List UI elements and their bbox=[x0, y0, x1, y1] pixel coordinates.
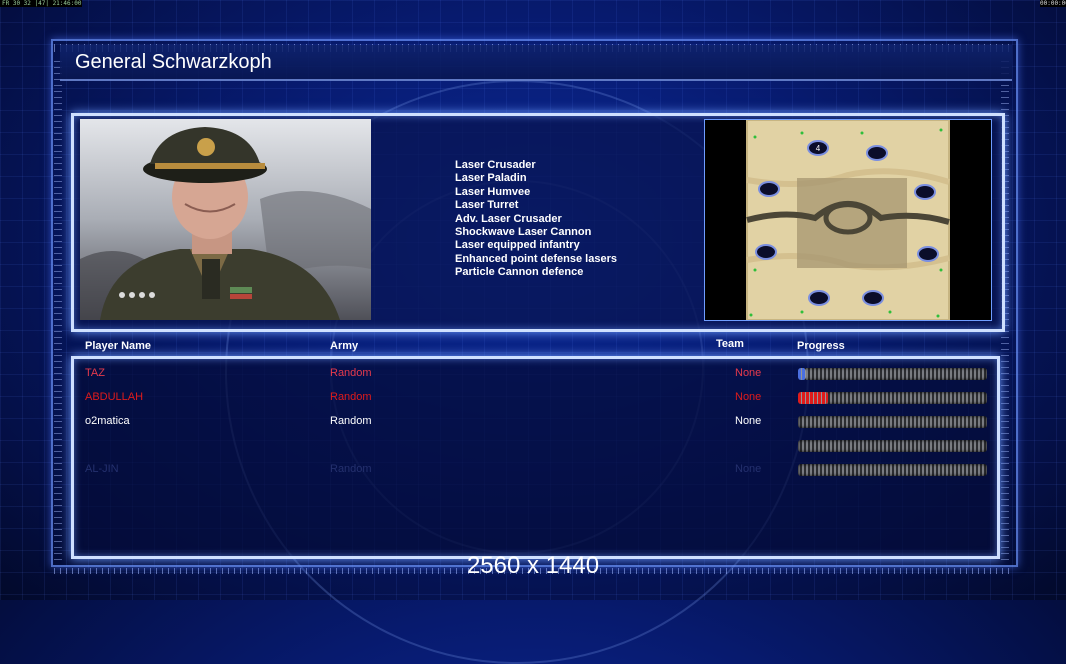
player-army: Random bbox=[330, 367, 372, 379]
player-team: None bbox=[735, 367, 762, 379]
unit-item: Shockwave Laser Cannon bbox=[455, 226, 592, 239]
player-team: None bbox=[735, 391, 762, 403]
general-portrait bbox=[80, 119, 371, 320]
progress-bar bbox=[798, 416, 987, 428]
resolution-label: 2560 x 1440 bbox=[466, 552, 600, 579]
player-army: Random bbox=[330, 391, 372, 403]
unit-item: Enhanced point defense lasers bbox=[455, 252, 617, 265]
start-position[interactable] bbox=[866, 145, 888, 161]
clock: 00:00:00 bbox=[1040, 0, 1066, 7]
unit-item: Laser Turret bbox=[455, 199, 519, 212]
unit-item: Laser Paladin bbox=[455, 172, 527, 185]
start-position[interactable] bbox=[914, 184, 936, 200]
player-army: Random bbox=[330, 415, 372, 427]
progress-bar bbox=[798, 392, 987, 404]
player-row[interactable]: ABDULLAH Random None bbox=[0, 387, 1066, 407]
player-row[interactable]: TAZ Random None bbox=[0, 363, 1066, 383]
progress-fill bbox=[798, 392, 829, 404]
start-position[interactable] bbox=[808, 290, 830, 306]
player-row[interactable]: o2matica Random None bbox=[0, 411, 1066, 431]
player-team: None bbox=[735, 463, 762, 475]
player-name: TAZ bbox=[85, 367, 105, 379]
start-position[interactable] bbox=[917, 246, 939, 262]
unit-item: Particle Cannon defence bbox=[455, 266, 584, 279]
progress-fill bbox=[798, 368, 806, 380]
header-progress: Progress bbox=[797, 340, 845, 352]
player-name: o2matica bbox=[85, 415, 130, 427]
player-name: ABDULLAH bbox=[85, 391, 144, 403]
header-team: Team bbox=[716, 338, 744, 350]
unit-item: Laser Humvee bbox=[455, 185, 531, 198]
start-position[interactable] bbox=[758, 181, 780, 197]
player-row[interactable]: AL-JIN Random None bbox=[0, 459, 1066, 479]
progress-bar bbox=[798, 368, 987, 380]
progress-bar bbox=[798, 464, 987, 476]
player-army: Random bbox=[330, 463, 372, 475]
start-position[interactable] bbox=[755, 244, 777, 260]
player-row[interactable] bbox=[0, 435, 1066, 455]
header-army: Army bbox=[330, 340, 359, 352]
page-title: General Schwarzkoph bbox=[75, 51, 272, 73]
minimap[interactable]: 4 bbox=[704, 119, 992, 321]
header-player-name: Player Name bbox=[85, 340, 152, 352]
start-position-label: 4 bbox=[816, 144, 821, 153]
unit-item: Laser equipped infantry bbox=[455, 239, 580, 252]
unit-list: Laser Crusader Laser Paladin Laser Humve… bbox=[455, 159, 617, 280]
fps-counter: FR 30 32 |47| 21:46:00 bbox=[0, 0, 82, 7]
unit-item: Laser Crusader bbox=[455, 159, 536, 171]
player-table-header: Player Name Army Team Progress bbox=[0, 338, 1066, 356]
start-position[interactable] bbox=[862, 290, 884, 306]
player-team: None bbox=[735, 415, 762, 427]
progress-bar bbox=[798, 440, 987, 452]
player-name: AL-JIN bbox=[85, 463, 119, 475]
unit-item: Adv. Laser Crusader bbox=[455, 212, 562, 225]
